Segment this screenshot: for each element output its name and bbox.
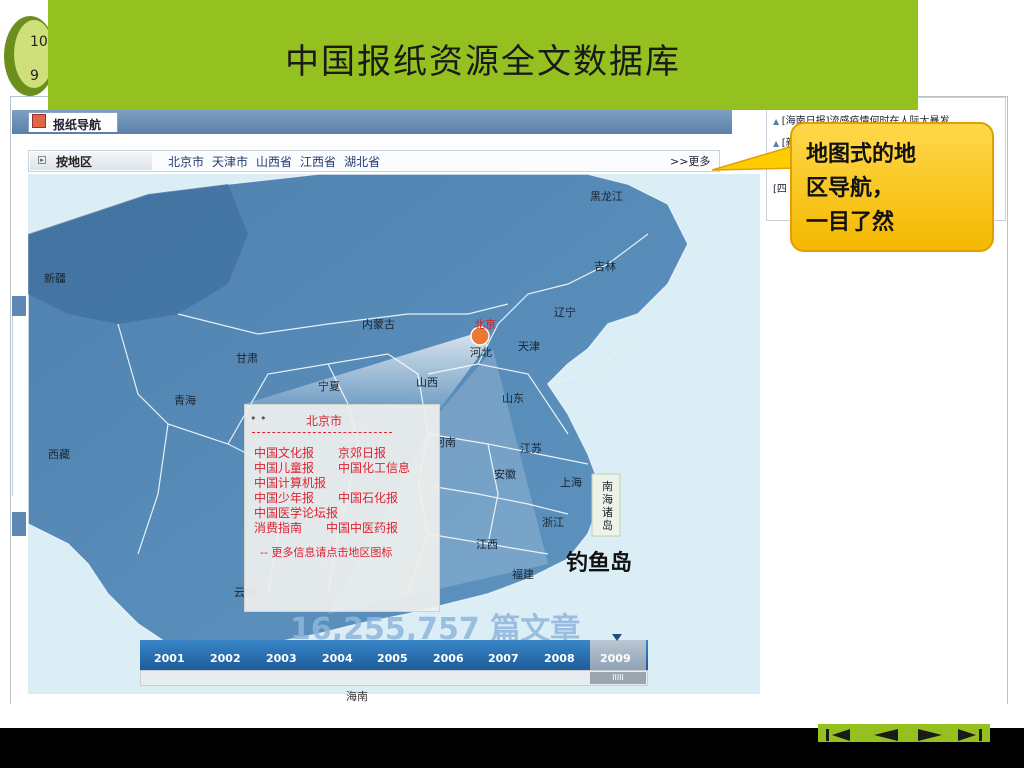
map-label-shanxi[interactable]: 山西: [416, 374, 438, 390]
region-link[interactable]: 江西省: [300, 155, 336, 169]
callout-pointer-icon: [712, 142, 801, 171]
popup-divider: [252, 432, 392, 433]
navbar: [12, 110, 732, 134]
region-filter-label: 按地区: [56, 155, 93, 169]
news-item[interactable]: [四: [773, 180, 787, 195]
map-label-xinjiang[interactable]: 新疆: [44, 270, 66, 286]
map-label-shandong[interactable]: 山东: [502, 390, 524, 406]
bullet-icon: ▲: [773, 117, 782, 126]
svg-text:9: 9: [30, 68, 39, 84]
year-tab[interactable]: 2003: [266, 652, 297, 665]
map-label-jilin[interactable]: 吉林: [594, 258, 616, 274]
year-tab[interactable]: 2008: [544, 652, 575, 665]
side-panel-header: [12, 296, 26, 316]
popup-title: 北京市: [306, 414, 343, 428]
callout-line: 一目了然: [806, 210, 895, 235]
slide-title: 中国报纸资源全文数据库: [285, 42, 681, 82]
region-link[interactable]: 天津市: [212, 155, 248, 169]
year-tab[interactable]: 2004: [322, 652, 353, 665]
popup-dots: • •: [250, 412, 267, 425]
year-tab[interactable]: 2006: [433, 652, 464, 665]
prev-slide-icon[interactable]: [866, 728, 906, 742]
more-regions-link[interactable]: >>更多: [670, 153, 710, 169]
side-panel: [12, 316, 27, 496]
timeline-scroll-thumb[interactable]: IIIII: [590, 672, 646, 684]
map-label-heilongjiang[interactable]: 黑龙江: [590, 188, 623, 204]
map-label-gansu[interactable]: 甘肃: [236, 350, 258, 366]
map-label-shanghai[interactable]: 上海: [560, 474, 582, 490]
map-label-beijing[interactable]: 北京: [474, 316, 496, 332]
callout-text: 地图式的地 区导航， 一目了然: [806, 138, 986, 240]
svg-text:10: 10: [30, 34, 48, 50]
map-label-tianjin[interactable]: 天津: [518, 338, 540, 354]
region-link[interactable]: 北京市: [168, 155, 204, 169]
callout-line: 区导航，: [806, 176, 895, 201]
newspaper-link[interactable]: 中国化工信息: [338, 459, 410, 476]
map-label-liaoning[interactable]: 辽宁: [554, 304, 576, 320]
map-label-anhui[interactable]: 安徽: [494, 466, 516, 482]
map-label-zhejiang[interactable]: 浙江: [542, 514, 564, 530]
selected-marker-icon: [612, 634, 622, 641]
map-label-hainan[interactable]: 海南: [346, 688, 368, 704]
newspaper-link[interactable]: 中国石化报: [338, 489, 398, 506]
newspaper-link[interactable]: 中国中医药报: [326, 519, 398, 536]
expand-arrow-icon[interactable]: ▸: [38, 156, 46, 164]
year-tab[interactable]: 2007: [488, 652, 519, 665]
map-label-hebei[interactable]: 河北: [470, 344, 492, 360]
year-tab[interactable]: 2005: [377, 652, 408, 665]
map-label-neimenggu[interactable]: 内蒙古: [362, 316, 395, 332]
side-panel-header: [12, 512, 26, 536]
region-link[interactable]: 湖北省: [344, 155, 380, 169]
region-links: 北京市 天津市 山西省 江西省 湖北省: [168, 153, 388, 170]
timeline-scrollbar[interactable]: [140, 670, 648, 686]
popup-more-link[interactable]: -- 更多信息请点击地区图标: [260, 544, 392, 560]
diaoyu-island-label: 钓鱼岛: [566, 551, 633, 576]
map-label-xizang[interactable]: 西藏: [48, 446, 70, 462]
year-tab[interactable]: 2002: [210, 652, 241, 665]
map-label-fujian[interactable]: 福建: [512, 566, 534, 582]
map-label-ningxia[interactable]: 宁夏: [318, 378, 340, 394]
map-label-jiangxi[interactable]: 江西: [476, 536, 498, 552]
map-label-nanhai[interactable]: 南海诸岛: [602, 480, 616, 532]
map-label-jiangsu[interactable]: 江苏: [520, 440, 542, 456]
callout-line: 地图式的地: [806, 142, 917, 167]
map-label-qinghai[interactable]: 青海: [174, 392, 196, 408]
year-tab-selected[interactable]: 2009: [600, 652, 631, 665]
newspaper-link[interactable]: 消费指南: [254, 519, 302, 536]
next-slide-icon[interactable]: [910, 728, 950, 742]
year-tab[interactable]: 2001: [154, 652, 185, 665]
first-slide-icon[interactable]: [822, 728, 862, 742]
newspaper-icon: [32, 114, 46, 128]
last-slide-icon[interactable]: [948, 728, 988, 742]
region-link[interactable]: 山西省: [256, 155, 292, 169]
